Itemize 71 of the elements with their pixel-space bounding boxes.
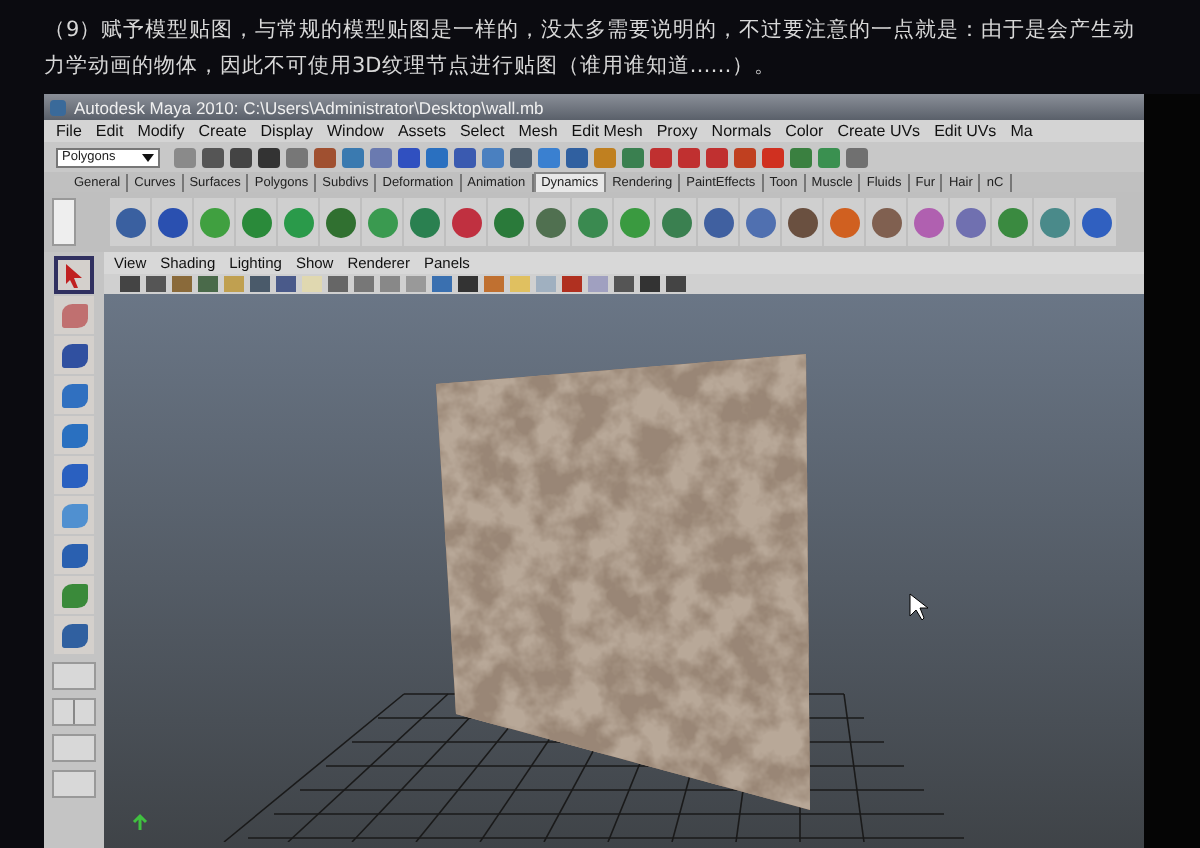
- menu-item[interactable]: Create UVs: [837, 122, 921, 140]
- tool-icon[interactable]: [54, 496, 94, 534]
- tool-icon[interactable]: [54, 576, 94, 614]
- layout-icon[interactable]: [52, 734, 96, 762]
- shelf-tool-icon[interactable]: [152, 198, 192, 246]
- shelf-tool-icon[interactable]: [740, 198, 780, 246]
- status-tool-icon[interactable]: [202, 147, 224, 167]
- status-tool-icon[interactable]: [510, 147, 532, 167]
- shelf-tool-icon[interactable]: [656, 198, 696, 246]
- shelf-tool-icon[interactable]: [992, 198, 1032, 246]
- menu-item[interactable]: Modify: [137, 122, 185, 140]
- cursor-icon: [909, 593, 929, 621]
- shelf-tool-icon[interactable]: [530, 198, 570, 246]
- menu-item[interactable]: Display: [260, 122, 313, 140]
- menu-item[interactable]: Create: [198, 122, 247, 140]
- shelf-tool-icon[interactable]: [320, 198, 360, 246]
- menu-item[interactable]: Edit: [95, 122, 124, 140]
- tool-icon[interactable]: [54, 536, 94, 574]
- shelf-tool-icon[interactable]: [572, 198, 612, 246]
- article-paragraph: （9）赋予模型贴图，与常规的模型贴图是一样的，没太多需要说明的，不过要注意的一点就是：由于是会产生动力学动画的物体，因此不可使用3D纹理节点进行贴图（谁用谁知道……）。: [42, 16, 1138, 82]
- select-tool-icon[interactable]: [54, 256, 94, 294]
- shelf-tool-icon[interactable]: [908, 198, 948, 246]
- tool-icon[interactable]: [54, 616, 94, 654]
- tool-icon[interactable]: [54, 336, 94, 374]
- shelf-tool-icon[interactable]: [614, 198, 654, 246]
- shelf-tool-icon[interactable]: [236, 198, 276, 246]
- shelf-tool-icon[interactable]: [404, 198, 444, 246]
- menu-item[interactable]: Color: [785, 122, 824, 140]
- menu-item[interactable]: Edit UVs: [934, 122, 997, 140]
- window-title: Autodesk Maya 2010: C:\Users\Administrator\Desktop\wall.mb: [74, 97, 544, 117]
- menu-item[interactable]: Mesh: [518, 122, 558, 140]
- shelf-tool-icon[interactable]: [950, 198, 990, 246]
- caret-icon: [142, 153, 154, 161]
- shelf-options-icon[interactable]: [52, 198, 76, 246]
- shelf-tool-icon[interactable]: [194, 198, 234, 246]
- shelf-tool-icon[interactable]: [866, 198, 906, 246]
- layout-icon[interactable]: [52, 662, 96, 690]
- app-icon: [50, 99, 66, 115]
- shelf-tool-icon[interactable]: [1034, 198, 1074, 246]
- menu-item[interactable]: Ma: [1010, 122, 1033, 140]
- tool-icon[interactable]: [54, 456, 94, 494]
- menu-item[interactable]: Window: [327, 122, 384, 140]
- status-tool-icon[interactable]: [230, 147, 252, 167]
- tool-icon[interactable]: [54, 416, 94, 454]
- shelf-tool-icon[interactable]: [362, 198, 402, 246]
- menu-item[interactable]: Edit Mesh: [571, 122, 643, 140]
- menu-item[interactable]: Select: [459, 122, 505, 140]
- status-tool-icon[interactable]: [314, 147, 336, 167]
- axis-icon: [132, 813, 148, 832]
- status-tool-icon[interactable]: [678, 147, 700, 167]
- status-tool-icon[interactable]: [650, 147, 672, 167]
- status-tool-icon[interactable]: [398, 147, 420, 167]
- status-tool-icon[interactable]: [258, 147, 280, 167]
- shelf-tool-icon[interactable]: [278, 198, 318, 246]
- menu-item[interactable]: Normals: [711, 122, 772, 140]
- shelf-tool-icon[interactable]: [782, 198, 822, 246]
- layout-icon[interactable]: [52, 770, 96, 798]
- shelf-tool-icon[interactable]: [488, 198, 528, 246]
- tool-icon[interactable]: [54, 376, 94, 414]
- menu-item[interactable]: File: [56, 122, 82, 140]
- status-tool-icon[interactable]: [566, 147, 588, 167]
- shelf-tool-icon[interactable]: [110, 198, 150, 246]
- menu-item[interactable]: Assets: [397, 122, 446, 140]
- shelf-tool-icon[interactable]: [698, 198, 738, 246]
- status-tool-icon[interactable]: [706, 147, 728, 167]
- shelf-tool-icon[interactable]: [824, 198, 864, 246]
- shelf-tool-icon[interactable]: [446, 198, 486, 246]
- menu-item[interactable]: Proxy: [656, 122, 698, 140]
- shelf-tool-icon[interactable]: [1076, 198, 1116, 246]
- status-tool-icon[interactable]: [454, 147, 476, 167]
- layout-icon[interactable]: [52, 698, 96, 726]
